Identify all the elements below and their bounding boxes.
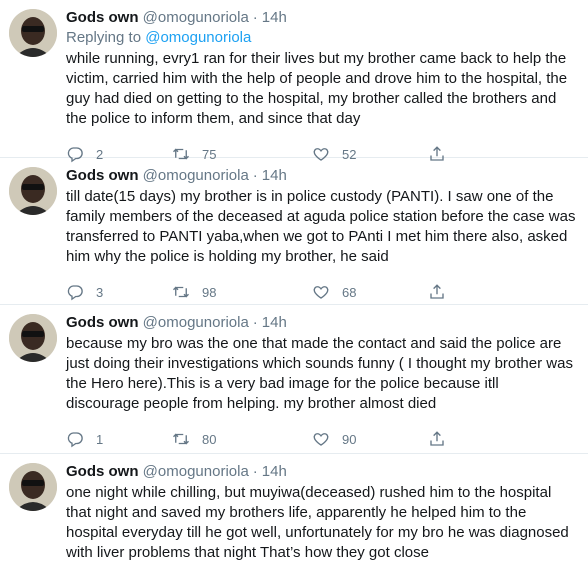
display-name[interactable]: Gods own xyxy=(66,314,139,331)
reply-button[interactable]: 3 xyxy=(66,283,158,301)
timestamp[interactable]: 14h xyxy=(262,9,287,26)
tweet-actions: 1 80 90 xyxy=(66,420,576,458)
tweet-text: while running, evry1 ran for their lives… xyxy=(66,50,568,127)
reply-count: 1 xyxy=(96,431,104,447)
replying-to: Replying to @omogunoriola xyxy=(66,28,576,48)
replying-to-label: Replying to xyxy=(66,29,146,46)
avatar[interactable] xyxy=(9,9,57,57)
share-icon xyxy=(430,284,444,299)
separator: · xyxy=(252,9,258,26)
retweet-icon xyxy=(173,286,189,298)
share-button[interactable] xyxy=(428,430,446,448)
retweet-count: 80 xyxy=(202,431,217,447)
timestamp[interactable]: 14h xyxy=(262,167,287,184)
like-count: 68 xyxy=(342,284,357,300)
separator: · xyxy=(252,314,258,331)
tweet-header: Gods own @omogunoriola · 14h xyxy=(66,166,576,186)
separator: · xyxy=(252,463,258,480)
share-icon xyxy=(430,431,444,446)
separator: · xyxy=(252,167,258,184)
retweet-count: 98 xyxy=(202,284,217,300)
username[interactable]: @omogunoriola xyxy=(143,9,249,26)
tweet[interactable]: Gods own @omogunoriola · 14h because my br… xyxy=(0,305,588,454)
tweet[interactable]: Gods own @omogunoriola · 14h one night whi… xyxy=(0,454,588,569)
timestamp[interactable]: 14h xyxy=(262,463,287,480)
like-button[interactable]: 68 xyxy=(312,283,416,301)
retweet-button[interactable]: 80 xyxy=(172,430,312,448)
timeline: Gods own @omogunoriola · 14h Replying to @… xyxy=(0,0,588,569)
username[interactable]: @omogunoriola xyxy=(143,314,249,331)
like-button[interactable]: 90 xyxy=(312,430,416,448)
avatar[interactable] xyxy=(9,167,57,215)
username[interactable]: @omogunoriola xyxy=(143,463,249,480)
display-name[interactable]: Gods own xyxy=(66,167,139,184)
like-count: 90 xyxy=(342,431,357,447)
retweet-button[interactable]: 98 xyxy=(172,283,312,301)
tweet[interactable]: Gods own @omogunoriola · 14h Replying to @… xyxy=(0,0,588,163)
retweet-icon xyxy=(173,433,189,445)
tweet-header: Gods own @omogunoriola · 14h xyxy=(66,313,576,333)
tweet[interactable]: Gods own @omogunoriola · 14h till date(15 … xyxy=(0,158,588,305)
tweet-header: Gods own @omogunoriola · 14h xyxy=(66,8,576,28)
like-icon xyxy=(313,286,329,299)
avatar[interactable] xyxy=(9,463,57,511)
display-name[interactable]: Gods own xyxy=(66,9,139,26)
tweet-header: Gods own @omogunoriola · 14h xyxy=(66,462,576,482)
reply-icon xyxy=(67,432,83,448)
display-name[interactable]: Gods own xyxy=(66,463,139,480)
timestamp[interactable]: 14h xyxy=(262,314,287,331)
reply-icon xyxy=(67,285,83,301)
mention-link[interactable]: @omogunoriola xyxy=(145,29,251,46)
like-icon xyxy=(313,433,329,446)
username[interactable]: @omogunoriola xyxy=(143,167,249,184)
avatar[interactable] xyxy=(9,314,57,362)
tweet-text: one night while chilling, but muyiwa(dec… xyxy=(66,484,569,561)
reply-button[interactable]: 1 xyxy=(66,430,158,448)
tweet-text: till date(15 days) my brother is in poli… xyxy=(66,188,576,265)
share-button[interactable] xyxy=(428,283,446,301)
tweet-text: because my bro was the one that made the… xyxy=(66,335,573,412)
reply-count: 3 xyxy=(96,284,104,300)
